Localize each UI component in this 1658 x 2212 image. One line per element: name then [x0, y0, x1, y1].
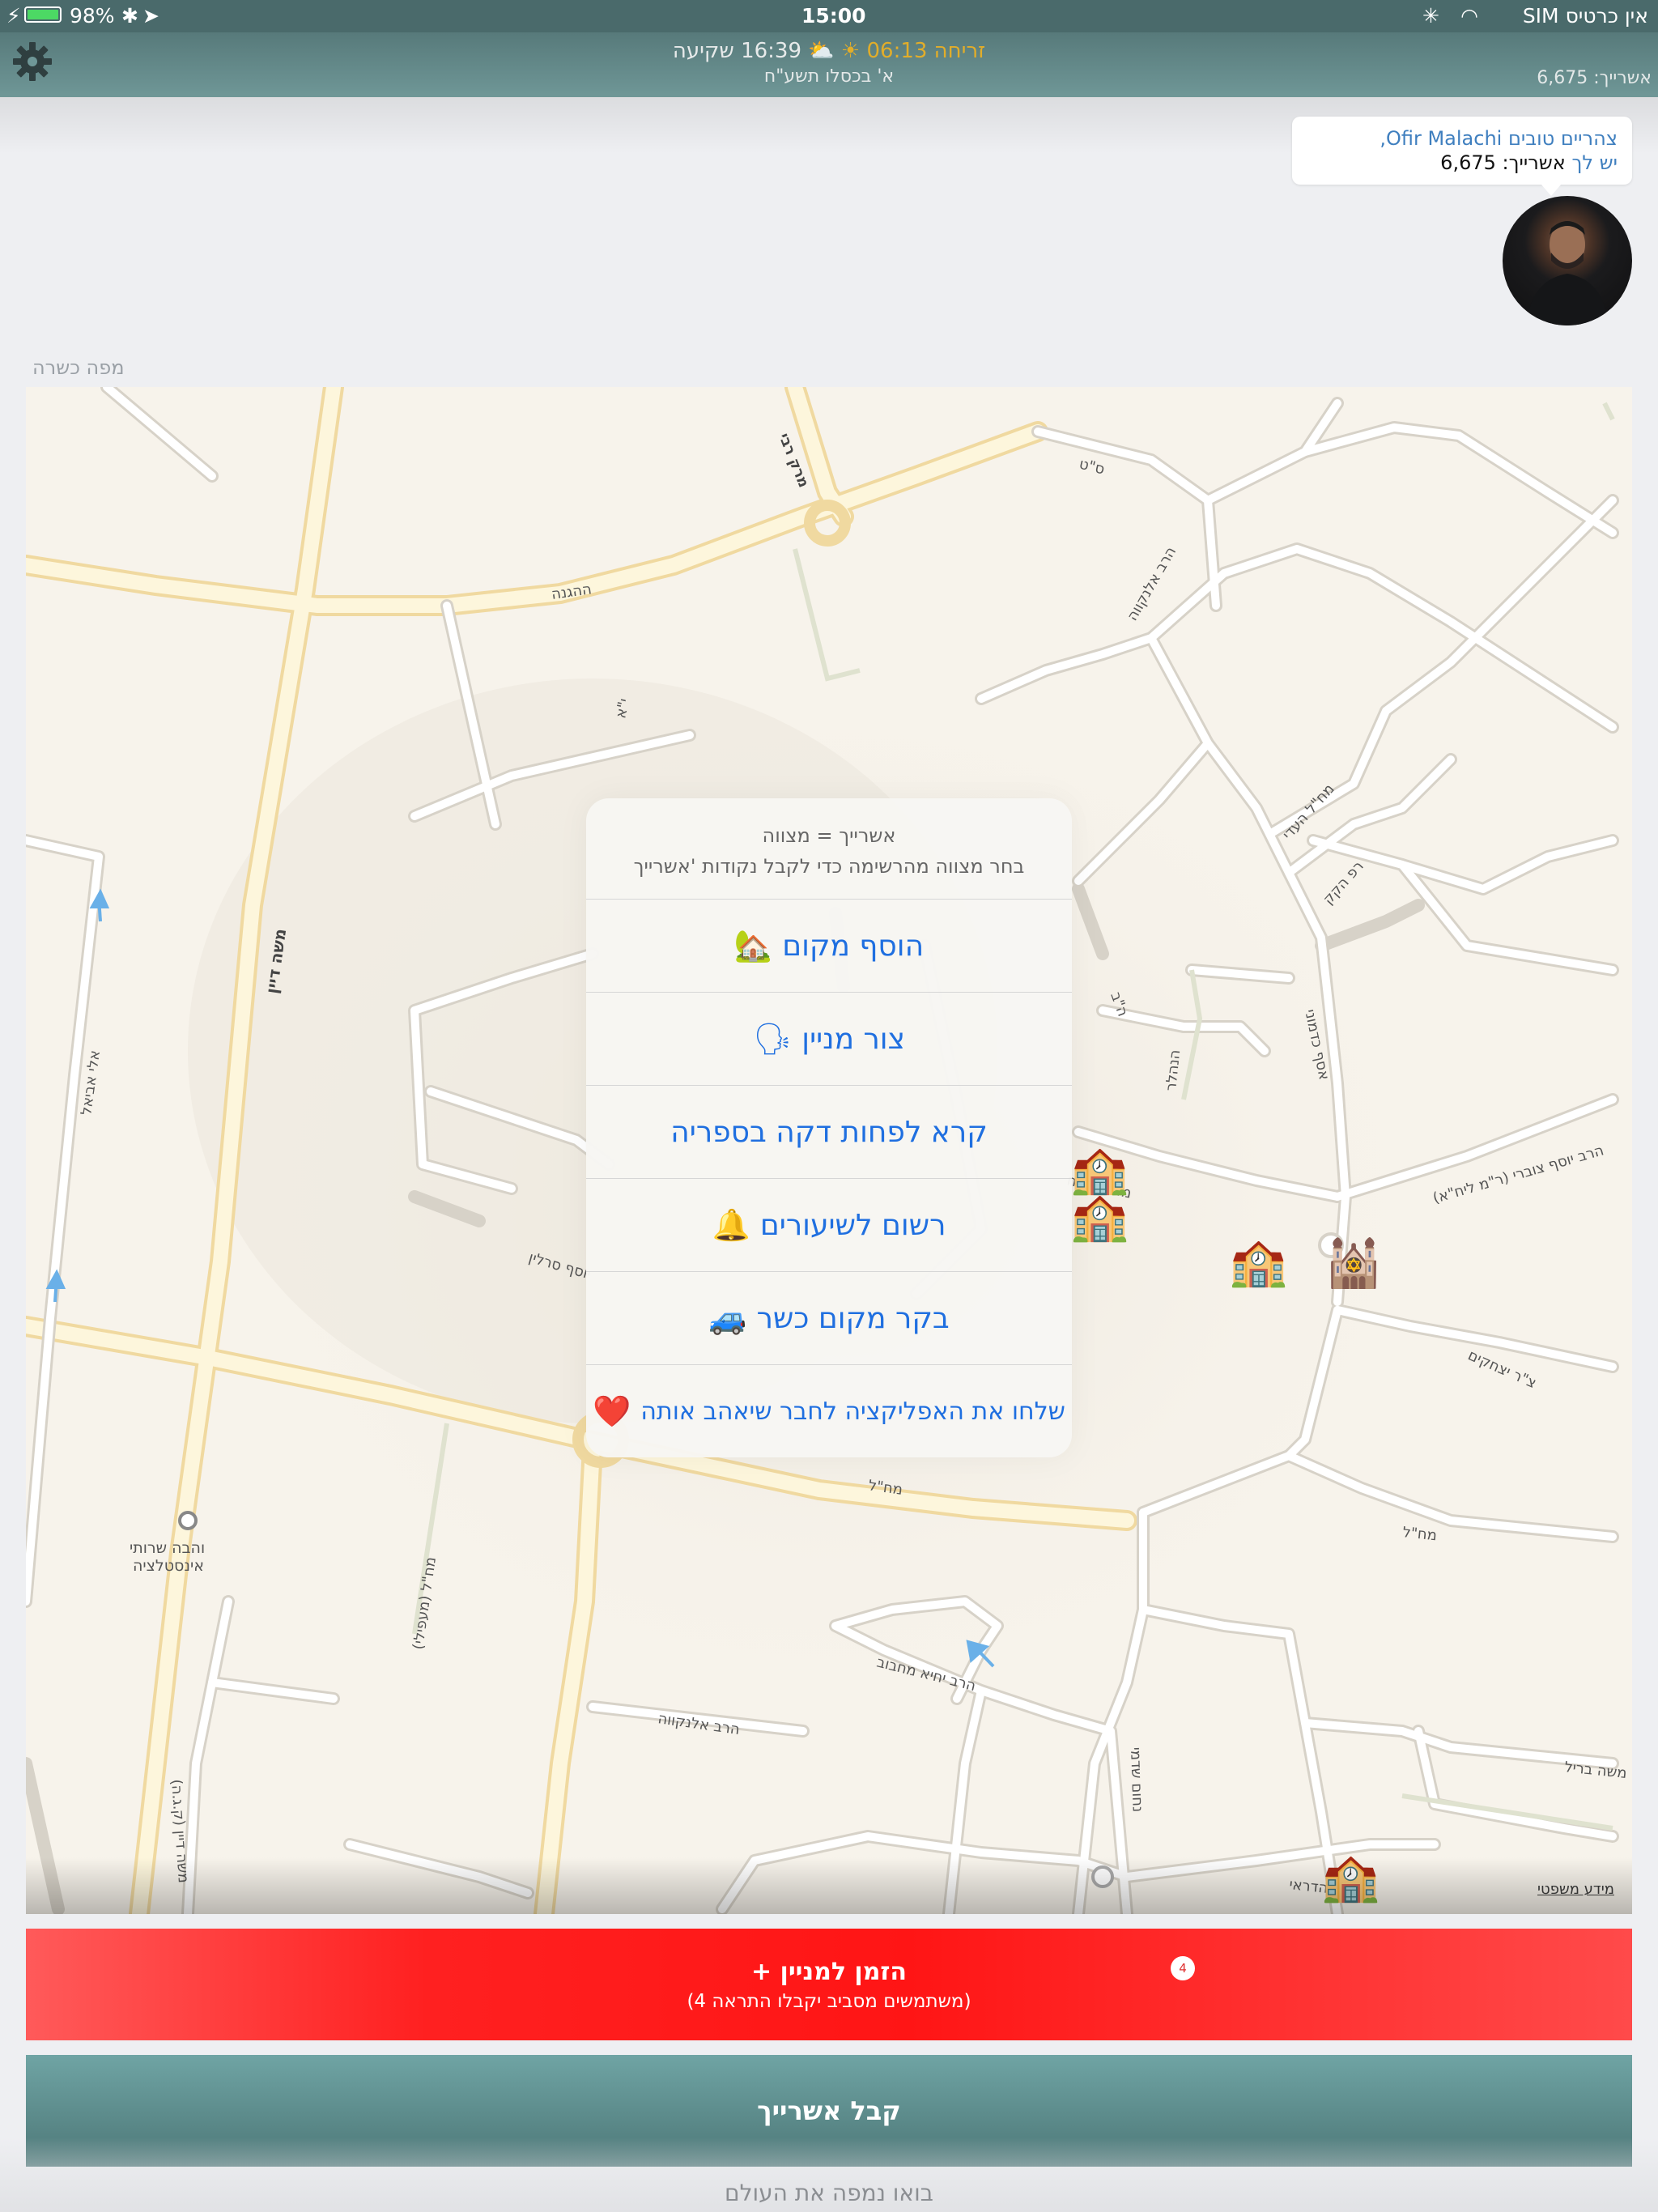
legal-link[interactable]: מידע משפטי: [1537, 1881, 1614, 1898]
hebrew-date: א' בכסלו תשע"ח: [763, 66, 895, 87]
synagogue-pin[interactable]: 🏫: [1070, 1192, 1129, 1240]
synagogue-pin[interactable]: 🏫: [1229, 1237, 1287, 1286]
synagogue-pin[interactable]: 🕍: [1324, 1239, 1383, 1287]
greeting-line: צהריים טובים Ofir Malachi,: [1380, 127, 1618, 150]
option-label: שלחו את האפליקציה לחבר שיאהב אותה: [640, 1397, 1065, 1426]
street-label: נחום שדמי: [1127, 1746, 1146, 1812]
read-library-option[interactable]: קרא לפחות דקה בספריה: [586, 1086, 1072, 1179]
invite-minyan-label: + הזמן למניין: [750, 1958, 908, 1986]
option-label: הוסף מקום: [782, 929, 925, 963]
map-bottom-fade: [26, 1857, 1632, 1914]
footer-tagline: בואו נמפה את העולם: [725, 2180, 933, 2206]
invite-minyan-button[interactable]: + הזמן למניין (4 משתמשים מסביב יקבלו התר…: [26, 1929, 1632, 2040]
option-label: קרא לפחות דקה בספריה: [670, 1115, 988, 1149]
action-sheet-subtitle: בחר מצווה מהרשימה כדי לקבל נקודות 'אשריי…: [633, 855, 1025, 878]
points-prefix: יש לך: [1571, 151, 1618, 174]
street-label: מח"ל: [1401, 1524, 1437, 1544]
carrier-label: אין כרטיס SIM: [1522, 4, 1648, 28]
sunset-icon: ⛅: [808, 39, 835, 63]
nearby-users-badge: 4: [1171, 1956, 1195, 1980]
sunset-time: 16:39 שקיעה: [672, 39, 801, 63]
activity-spinner-icon: ✳: [1422, 4, 1439, 28]
points-value: אשרייך: 6,675: [1440, 151, 1566, 174]
greeting-bubble: צהריים טובים Ofir Malachi, יש לך אשרייך:…: [1292, 117, 1632, 196]
visit-kosher-place-option[interactable]: בקר מקום כשר 🚙: [586, 1272, 1072, 1365]
share-app-option[interactable]: שלחו את האפליקציה לחבר שיאהב אותה ❤️: [586, 1365, 1072, 1457]
points-line: יש לך אשרייך: 6,675: [1292, 151, 1618, 175]
speaking-head-icon: 🗣: [753, 1020, 793, 1057]
register-classes-option[interactable]: רשום לשיעורים 🔔: [586, 1179, 1072, 1272]
avatar-portrait: [1527, 221, 1608, 325]
battery-icon: [24, 6, 62, 23]
charging-icon: ⚡: [6, 4, 21, 28]
user-avatar[interactable]: [1503, 196, 1632, 325]
option-label: בקר מקום כשר: [756, 1301, 950, 1335]
map-title: מפה כשרה: [32, 356, 125, 379]
heart-icon: ❤️: [593, 1393, 631, 1429]
poi-label: אינסטלציה: [133, 1557, 204, 1575]
house-icon: 🏡: [733, 927, 773, 963]
bluetooth-icon: ✱: [121, 4, 138, 28]
points-counter: אשרייך: 6,675: [1537, 68, 1652, 88]
sunrise-time: זריחה 06:13: [866, 39, 986, 63]
sun-icon: ☀: [840, 39, 861, 63]
bubble-tail: [1541, 185, 1561, 196]
location-arrow-icon: ➤: [142, 4, 159, 28]
invite-minyan-sublabel: (4 משתמשים מסביב יקבלו התראה): [687, 1991, 971, 2012]
status-time: 15:00: [801, 4, 866, 28]
wifi-icon: ◠: [1460, 4, 1478, 28]
status-bar: ⚡ 98% ✱ ➤ 15:00 אין כרטיס SIM ◠ ✳: [0, 0, 1658, 32]
mitzvah-action-sheet: אשרייך = מצווה בחר מצווה מהרשימה כדי לקב…: [586, 798, 1072, 1457]
poi-label: והבה שרותי: [130, 1539, 205, 1557]
synagogue-pin[interactable]: 🏫: [1070, 1145, 1129, 1193]
action-sheet-header: אשרייך = מצווה בחר מצווה מהרשימה כדי לקב…: [586, 798, 1072, 900]
car-icon: 🚙: [708, 1300, 747, 1336]
option-label: צור מניין: [801, 1022, 905, 1056]
create-minyan-option[interactable]: צור מניין 🗣: [586, 993, 1072, 1086]
battery-percent: 98%: [70, 4, 115, 28]
option-label: רשום לשיעורים: [759, 1208, 946, 1242]
sun-times: זריחה 06:13 ☀ ⛅ 16:39 שקיעה: [0, 39, 1658, 63]
bell-icon: 🔔: [712, 1206, 750, 1243]
add-place-option[interactable]: הוסף מקום 🏡: [586, 900, 1072, 993]
action-sheet-title: אשרייך = מצווה: [762, 824, 896, 847]
